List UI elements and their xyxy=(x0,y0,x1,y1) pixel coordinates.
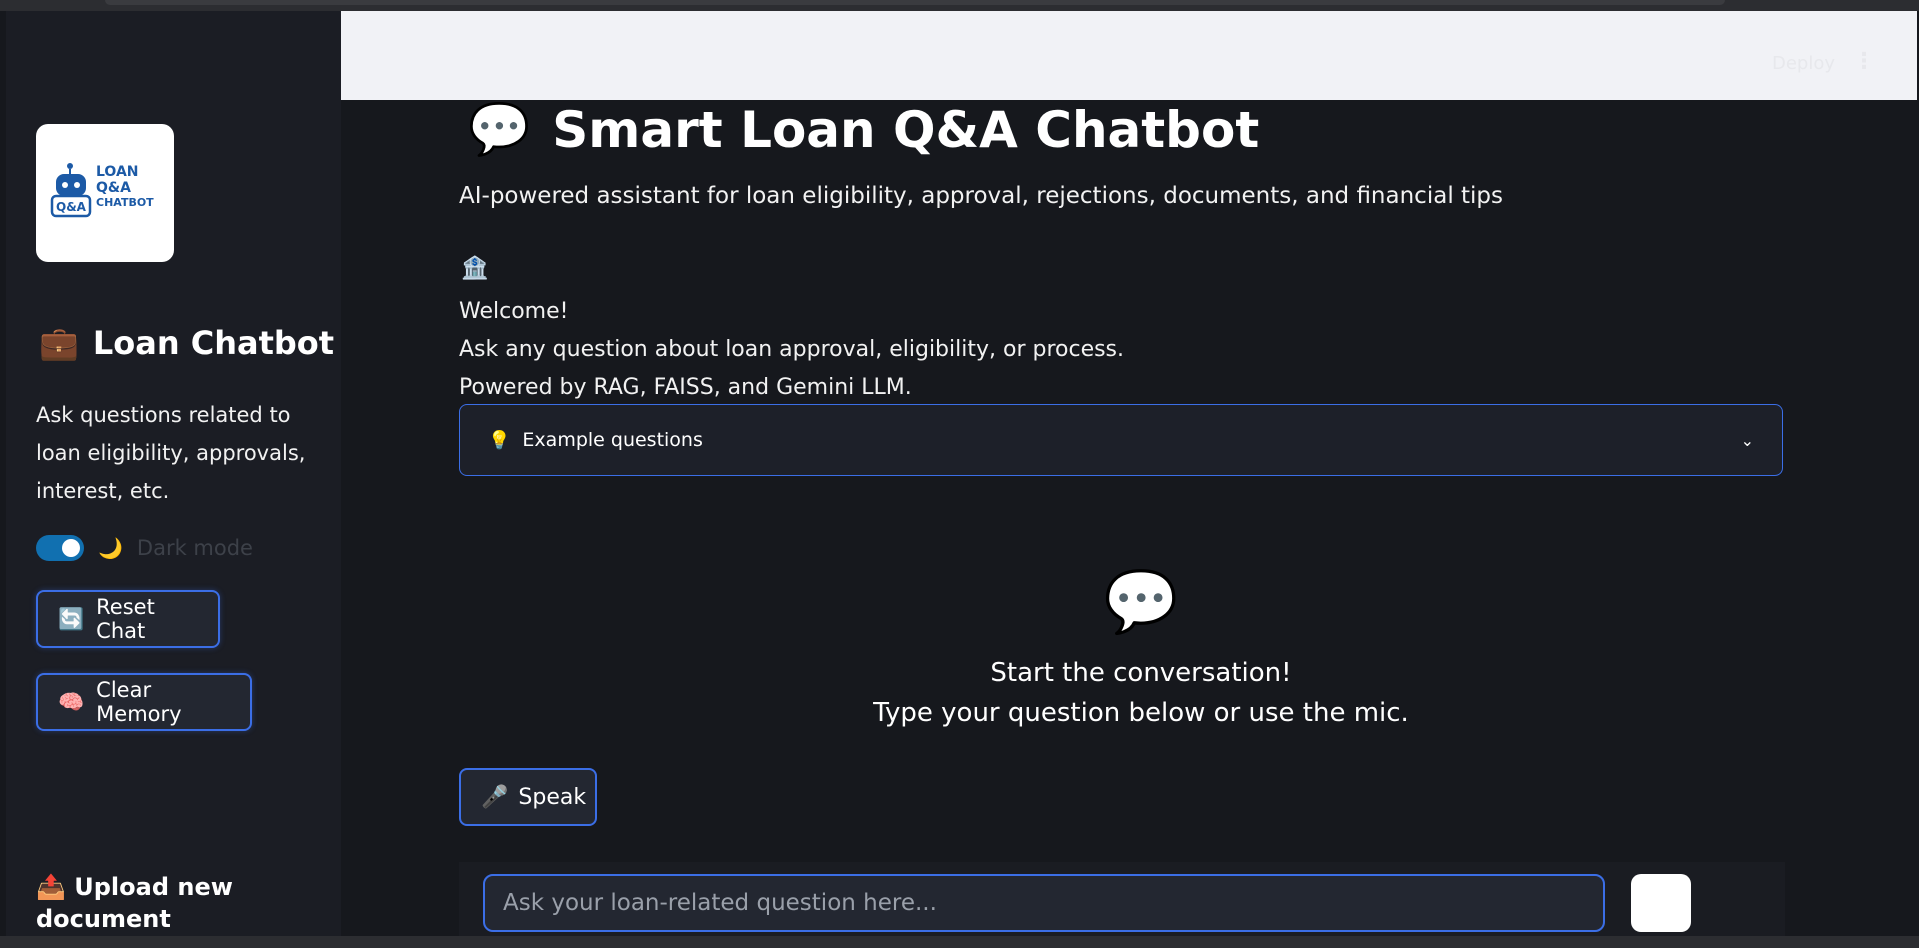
page-title: 💬 Smart Loan Q&A Chatbot xyxy=(468,100,1259,159)
clear-memory-button[interactable]: 🧠 Clear Memory xyxy=(36,673,252,731)
chevron-down-icon: ⌄ xyxy=(1740,430,1754,450)
welcome-line-1: Welcome! xyxy=(459,299,569,324)
top-header: Deploy ⋮ xyxy=(341,11,1917,100)
toggle-knob xyxy=(62,539,80,557)
sidebar-title-text: Loan Chatbot xyxy=(92,324,335,362)
speech-bubble-icon: 💬 xyxy=(1103,567,1179,637)
sidebar: Q&A LOAN Q&A CHATBOT 💼 Loan Chatbot Ask … xyxy=(6,11,341,936)
logo-text-line2: Q&A xyxy=(96,180,131,196)
empty-state-hint: Type your question below or use the mic. xyxy=(873,698,1409,728)
lightbulb-icon: 💡 xyxy=(488,429,511,451)
dark-mode-toggle-row: 🌙 Dark mode xyxy=(36,535,253,561)
speak-label: Speak xyxy=(518,784,587,810)
upload-section-title: 📤 Upload new document xyxy=(36,871,296,935)
clear-memory-label: Clear Memory xyxy=(96,678,182,726)
welcome-message: Welcome! Ask any question about loan app… xyxy=(459,293,1124,407)
reset-chat-label: Reset Chat xyxy=(96,595,155,643)
logo-text-line1: LOAN xyxy=(96,164,139,180)
speak-button[interactable]: 🎤 Speak xyxy=(459,768,597,826)
page-title-text: Smart Loan Q&A Chatbot xyxy=(552,100,1260,159)
robot-icon: Q&A LOAN Q&A CHATBOT xyxy=(50,163,154,218)
app-window: Q&A LOAN Q&A CHATBOT 💼 Loan Chatbot Ask … xyxy=(0,0,1919,948)
empty-chat-state: 💬 Start the conversation! Type your ques… xyxy=(859,568,1423,728)
sidebar-title: 💼 Loan Chatbot xyxy=(39,324,334,362)
expander-label: Example questions xyxy=(522,429,703,451)
chat-input[interactable] xyxy=(483,874,1605,932)
logo: Q&A LOAN Q&A CHATBOT xyxy=(36,124,174,262)
example-questions-expander[interactable]: 💡 Example questions ⌄ xyxy=(459,404,1783,476)
briefcase-icon: 💼 xyxy=(39,324,79,362)
bank-icon: 🏦 xyxy=(461,256,489,281)
speech-bubble-icon: 💬 xyxy=(468,100,531,158)
browser-bottom-edge xyxy=(0,936,1919,948)
microphone-icon: 🎤 xyxy=(481,784,509,810)
kebab-menu-icon[interactable]: ⋮ xyxy=(1853,49,1875,74)
upload-title-text: Upload new document xyxy=(36,873,233,933)
browser-top-edge xyxy=(0,0,1919,11)
refresh-icon: 🔄 xyxy=(58,606,85,631)
moon-icon: 🌙 xyxy=(98,536,123,560)
dark-mode-toggle[interactable] xyxy=(36,535,84,561)
brain-icon: 🧠 xyxy=(58,689,85,714)
browser-address-bar-edge xyxy=(105,0,1725,5)
dark-mode-label: Dark mode xyxy=(136,536,253,560)
send-button[interactable] xyxy=(1631,874,1691,932)
reset-chat-button[interactable]: 🔄 Reset Chat xyxy=(36,590,220,648)
page-subtitle: AI-powered assistant for loan eligibilit… xyxy=(459,183,1504,209)
deploy-button[interactable]: Deploy xyxy=(1772,53,1835,74)
logo-badge-text: Q&A xyxy=(56,200,87,214)
logo-text-line3: CHATBOT xyxy=(96,196,154,209)
welcome-line-2: Ask any question about loan approval, el… xyxy=(459,337,1125,362)
empty-state-heading: Start the conversation! xyxy=(990,658,1292,688)
welcome-line-3: Powered by RAG, FAISS, and Gemini LLM. xyxy=(459,375,912,400)
sidebar-description: Ask questions related to loan eligibilit… xyxy=(36,403,306,503)
outbox-tray-icon: 📤 xyxy=(36,873,66,901)
